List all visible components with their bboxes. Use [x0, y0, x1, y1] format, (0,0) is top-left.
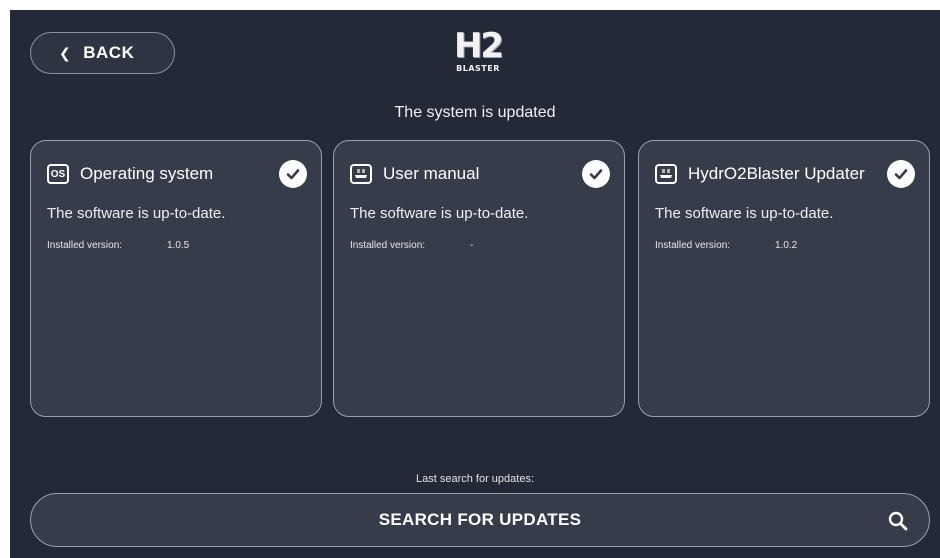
updater-icon	[655, 164, 677, 184]
last-search-label: Last search for updates:	[415, 473, 534, 485]
card-title: Operating system	[80, 164, 214, 183]
card-user-manual: User manual The software is up-to-date. …	[333, 140, 625, 417]
card-header: User manual	[350, 160, 610, 188]
card-title: User manual	[383, 164, 480, 183]
search-button-label: SEARCH FOR UPDATES	[378, 510, 582, 529]
installed-version-label: Installed version:	[47, 240, 123, 251]
card-message: The software is up-to-date.	[655, 205, 834, 222]
installed-version-label: Installed version:	[655, 240, 731, 251]
installed-version-label: Installed version:	[350, 240, 426, 251]
os-icon: OS	[47, 164, 69, 184]
card-message: The software is up-to-date.	[350, 205, 529, 222]
installed-version-value: -	[470, 240, 474, 251]
system-status-text: The system is updated	[394, 104, 556, 121]
installed-version-row: Installed version: -	[350, 240, 473, 251]
manual-icon	[350, 164, 372, 184]
installed-version-value: 1.0.5	[167, 240, 190, 251]
card-updater: HydrO2Blaster Updater The software is up…	[638, 140, 930, 417]
chevron-left-icon: ❮	[59, 44, 72, 61]
logo-sub-text: BLASTER	[456, 64, 500, 73]
back-button[interactable]: ❮ BACK	[30, 32, 175, 74]
installed-version-row: Installed version: 1.0.5	[47, 240, 189, 251]
card-title: HydrO2Blaster Updater	[688, 164, 865, 183]
h2-blaster-logo: H2 BLASTER	[446, 28, 510, 80]
installed-version-row: Installed version: 1.0.2	[655, 240, 797, 251]
card-header: HydrO2Blaster Updater	[655, 160, 915, 188]
os-icon-text: OS	[50, 168, 66, 180]
card-operating-system: OS Operating system The software is up-t…	[30, 140, 322, 417]
logo-main-text: H2	[453, 26, 504, 66]
card-header: OS Operating system	[47, 160, 307, 188]
card-message: The software is up-to-date.	[47, 205, 226, 222]
installed-version-value: 1.0.2	[775, 240, 798, 251]
back-button-label: BACK	[83, 43, 135, 62]
search-icon	[887, 510, 909, 537]
check-icon	[582, 160, 610, 188]
check-icon	[279, 160, 307, 188]
update-screen: ❮ BACK H2 BLASTER The system is updated …	[10, 10, 940, 558]
search-for-updates-button[interactable]: SEARCH FOR UPDATES	[30, 493, 930, 547]
check-icon	[887, 160, 915, 188]
